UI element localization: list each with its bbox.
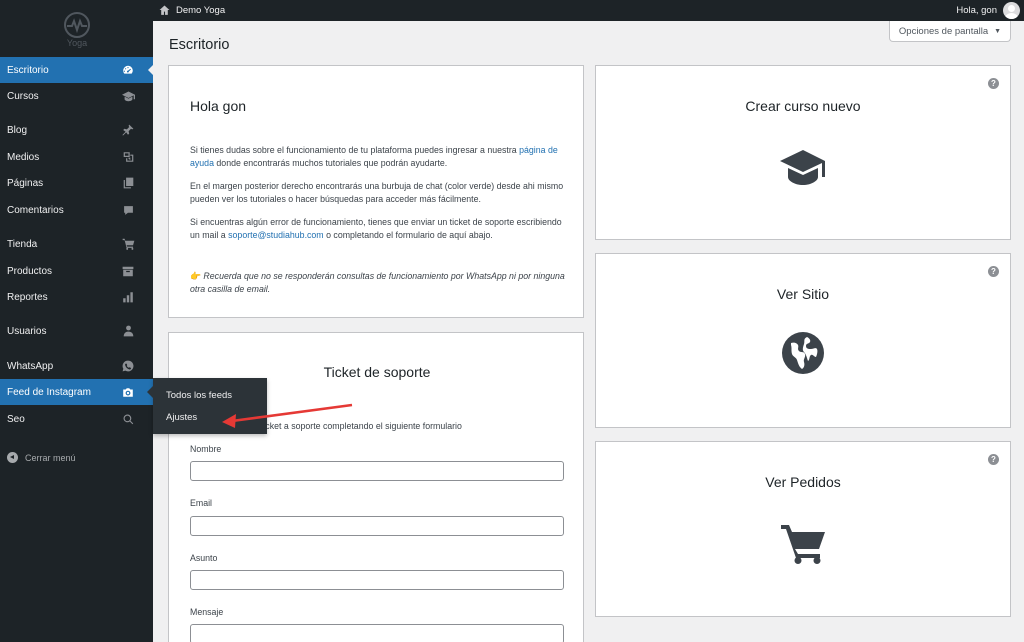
sidebar-item-label: Tienda bbox=[7, 238, 38, 250]
create-course-title: Crear curso nuevo bbox=[745, 98, 861, 114]
collapse-menu-label: Cerrar menú bbox=[25, 452, 76, 463]
sidebar-item-label: Blog bbox=[7, 124, 28, 136]
active-indicator bbox=[148, 64, 154, 76]
pointing-hand-icon: 👉 bbox=[190, 271, 201, 281]
site-name: Demo Yoga bbox=[176, 5, 226, 16]
sidebar-item-label: Páginas bbox=[7, 177, 44, 189]
sidebar-item-label: Seo bbox=[7, 413, 25, 425]
sidebar-item-comentarios[interactable]: Comentarios bbox=[0, 197, 153, 223]
search-icon bbox=[121, 412, 135, 426]
sidebar-item-productos[interactable]: Productos bbox=[0, 258, 153, 284]
bar-chart-icon bbox=[121, 290, 135, 304]
sidebar-item-label: WhatsApp bbox=[7, 360, 54, 372]
email-label: Email bbox=[190, 498, 212, 508]
view-site-title: Ver Sitio bbox=[776, 286, 830, 302]
screen-options-label: Opciones de pantalla bbox=[898, 25, 989, 37]
caret-down-icon: ▼ bbox=[994, 27, 1002, 35]
message-label: Mensaje bbox=[190, 607, 224, 617]
sidebar-item-label: Medios bbox=[7, 151, 40, 163]
sidebar-item-escritorio[interactable]: Escritorio bbox=[0, 57, 154, 83]
sidebar-item-blog[interactable]: Blog bbox=[0, 117, 153, 143]
submenu-item-ajustes[interactable]: Ajustes bbox=[166, 412, 197, 423]
view-orders-card[interactable]: ? Ver Pedidos bbox=[595, 441, 1011, 617]
sidebar-item-label: Productos bbox=[7, 265, 53, 277]
archive-icon bbox=[121, 264, 135, 278]
yoga-logo[interactable]: Yoga bbox=[0, 0, 153, 56]
sidebar-item-seo[interactable]: Seo bbox=[0, 406, 153, 432]
pages-icon bbox=[121, 176, 135, 190]
sidebar-item-tienda[interactable]: Tienda bbox=[0, 231, 153, 257]
support-text-after: o completando el formulario de aquí abaj… bbox=[323, 230, 493, 241]
whatsapp-note-text: Recuerda que no se responderán consultas… bbox=[190, 271, 565, 295]
sidebar-item-label: Feed de Instagram bbox=[7, 386, 91, 398]
subject-label: Asunto bbox=[190, 553, 218, 563]
sidebar-item-reportes[interactable]: Reportes bbox=[0, 284, 153, 310]
subject-field[interactable] bbox=[190, 570, 564, 590]
chat-bubble-paragraph: En el margen posterior derecho encontrar… bbox=[190, 181, 564, 205]
collapse-arrow-icon bbox=[7, 452, 18, 463]
comment-icon bbox=[121, 203, 135, 217]
dashboard-icon bbox=[121, 63, 135, 77]
graduation-cap-icon bbox=[121, 89, 135, 103]
sidebar-item-label: Escritorio bbox=[7, 64, 49, 76]
help-icon[interactable]: ? bbox=[988, 78, 999, 89]
message-field[interactable] bbox=[190, 624, 564, 642]
media-icon bbox=[121, 150, 135, 164]
screen-options-button[interactable]: Opciones de pantalla ▼ bbox=[889, 21, 1011, 42]
avatar bbox=[1003, 2, 1020, 19]
email-field[interactable] bbox=[190, 516, 564, 536]
sidebar-item-label: Comentarios bbox=[7, 204, 64, 216]
view-orders-title: Ver Pedidos bbox=[765, 474, 841, 490]
instagram-feed-submenu: Todos los feeds Ajustes bbox=[147, 378, 267, 434]
welcome-panel: Hola gon Si tienes dudas sobre el funcio… bbox=[168, 65, 584, 318]
sidebar-item-paginas[interactable]: Páginas bbox=[0, 170, 153, 196]
whatsapp-note: 👉 Recuerda que no se responderán consult… bbox=[190, 270, 565, 296]
page-title: Escritorio bbox=[169, 37, 230, 53]
name-label: Nombre bbox=[190, 444, 222, 454]
sidebar-item-label: Usuarios bbox=[7, 325, 47, 337]
sidebar-item-cursos[interactable]: Cursos bbox=[0, 83, 153, 109]
cart-icon bbox=[121, 237, 135, 251]
account-menu[interactable]: Hola, gon bbox=[956, 0, 1020, 21]
create-course-card[interactable]: ? Crear curso nuevo bbox=[595, 65, 1011, 240]
submenu-item-todos-los-feeds[interactable]: Todos los feeds bbox=[166, 390, 232, 401]
view-site-card[interactable]: ? Ver Sitio bbox=[595, 253, 1011, 428]
camera-icon bbox=[121, 385, 135, 399]
admin-sidebar: Yoga Escritorio Cursos Blog Medios Págin… bbox=[0, 0, 154, 642]
home-icon bbox=[159, 5, 170, 15]
collapse-menu-button[interactable]: Cerrar menú bbox=[7, 452, 76, 463]
admin-top-bar: Demo Yoga Hola, gon bbox=[153, 0, 1024, 21]
sidebar-item-label: Reportes bbox=[7, 291, 48, 303]
graduation-cap-icon bbox=[779, 148, 827, 188]
account-greeting: Hola, gon bbox=[956, 5, 997, 16]
pin-icon bbox=[121, 123, 135, 137]
site-name-link[interactable]: Demo Yoga bbox=[159, 0, 225, 21]
submenu-notch bbox=[147, 386, 153, 398]
help-icon[interactable]: ? bbox=[988, 454, 999, 465]
name-field[interactable] bbox=[190, 461, 564, 481]
cart-icon bbox=[780, 523, 826, 565]
whatsapp-icon bbox=[121, 359, 135, 373]
sidebar-item-whatsapp[interactable]: WhatsApp bbox=[0, 353, 153, 379]
yoga-logo-icon: Yoga bbox=[63, 12, 90, 48]
welcome-title: Hola gon bbox=[190, 98, 247, 114]
sidebar-item-label: Cursos bbox=[7, 90, 39, 102]
support-paragraph: Si encuentras algún error de funcionamie… bbox=[190, 216, 565, 242]
help-text-after: donde encontrarás muchos tutoriales que … bbox=[213, 158, 448, 169]
help-icon[interactable]: ? bbox=[988, 266, 999, 277]
logo-text: Yoga bbox=[66, 38, 86, 48]
sidebar-item-feed-de-instagram[interactable]: Feed de Instagram bbox=[0, 379, 153, 405]
globe-icon bbox=[781, 331, 825, 375]
help-paragraph: Si tienes dudas sobre el funcionamiento … bbox=[190, 144, 565, 170]
sidebar-item-usuarios[interactable]: Usuarios bbox=[0, 318, 153, 344]
support-email-link[interactable]: soporte@studiahub.com bbox=[228, 230, 324, 240]
user-icon bbox=[121, 324, 135, 338]
help-text-before: Si tienes dudas sobre el funcionamiento … bbox=[190, 145, 520, 155]
sidebar-item-medios[interactable]: Medios bbox=[0, 144, 153, 170]
